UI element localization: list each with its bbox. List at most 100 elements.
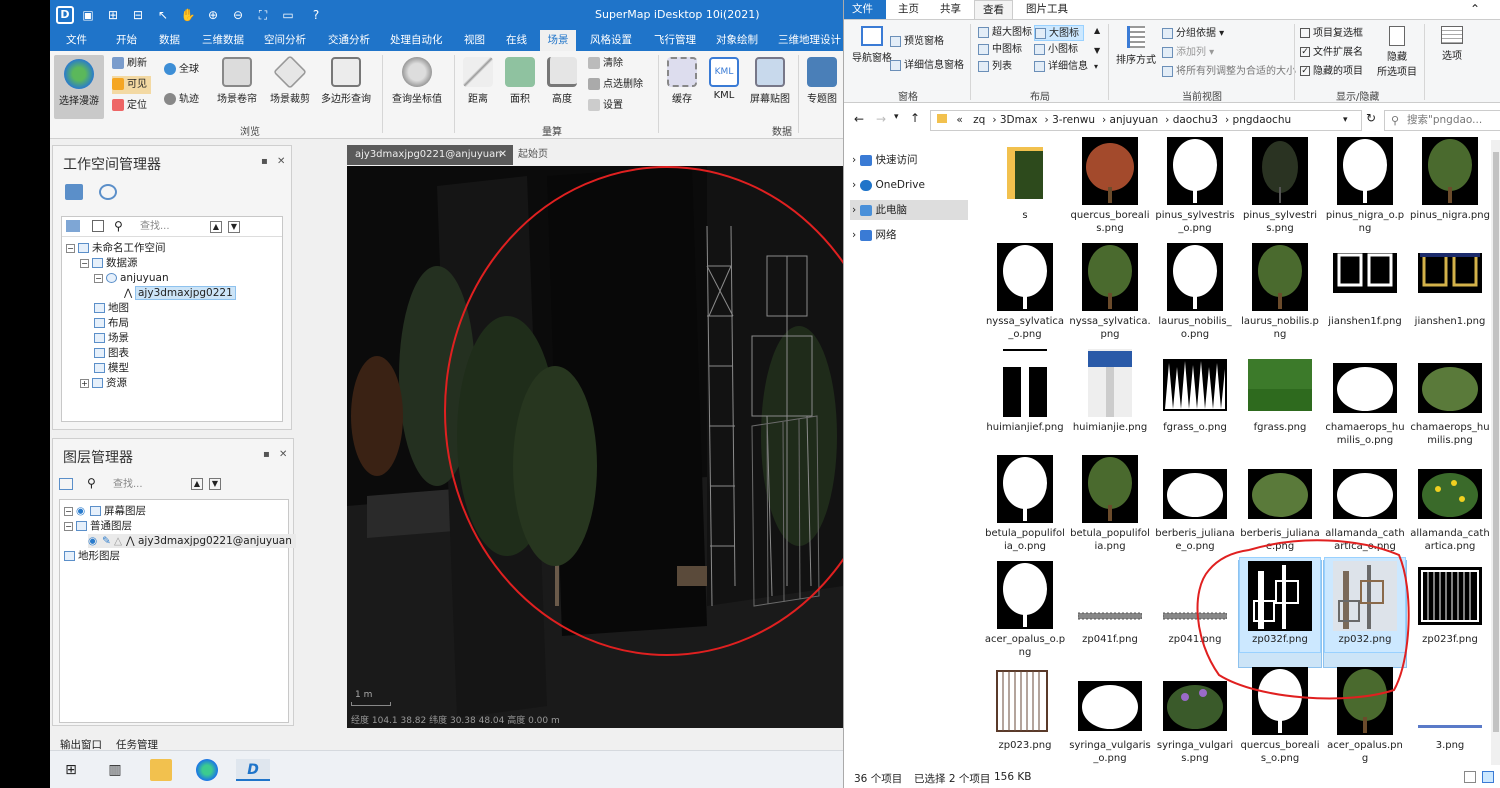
hidden-items-toggle[interactable]: ✓ 隐藏的项目 <box>1300 64 1363 80</box>
tab-style[interactable]: 风格设置 <box>586 30 636 51</box>
tab-draw[interactable]: 对象绘制 <box>712 30 762 51</box>
nav-quick-access[interactable]: › 快速访问 <box>850 150 968 170</box>
breadcrumb[interactable]: daochu3 <box>1173 114 1218 126</box>
tree-node-scenes[interactable]: 场景 <box>94 331 129 345</box>
zoom-in-icon[interactable]: ⊕ <box>205 7 221 23</box>
arrow-up-icon[interactable]: ▲ <box>210 221 222 233</box>
file-item[interactable]: betula_populifolia_o.png <box>984 455 1066 561</box>
file-item[interactable]: pinus_sylvestris.png <box>1239 137 1321 243</box>
file-item[interactable]: allamanda_cathartica.png <box>1409 455 1491 561</box>
open-icon[interactable]: ⊟ <box>130 7 146 23</box>
save-icon[interactable]: ▣ <box>80 7 96 23</box>
tab-picture-tools[interactable]: 图片工具 <box>1018 0 1076 19</box>
query-coords-button[interactable]: 查询坐标值 <box>388 57 446 105</box>
tab-share[interactable]: 共享 <box>932 0 969 19</box>
settings-button[interactable]: 设置 <box>588 97 623 115</box>
hide-selected-button[interactable]: 隐藏 所选项目 <box>1372 26 1422 78</box>
tab-file[interactable]: 文件 <box>844 0 886 19</box>
eye-icon[interactable]: ◉ <box>88 534 102 548</box>
large-icons-option[interactable]: 大图标 <box>1034 25 1084 41</box>
breadcrumb[interactable]: pngdaochu <box>1233 114 1292 126</box>
tree-node-workspace[interactable]: − 未命名工作空间 <box>66 241 166 255</box>
collapse-icon[interactable]: − <box>94 273 103 283</box>
dropdown-icon[interactable]: ▾ <box>1343 111 1348 130</box>
file-item[interactable]: zp023.png <box>984 667 1066 773</box>
help-icon[interactable]: ? <box>308 7 324 23</box>
breadcrumb[interactable]: anjuyuan <box>1110 114 1159 126</box>
tab-scene[interactable]: 场景 <box>540 30 576 51</box>
expand-icon[interactable]: + <box>80 378 89 388</box>
tab-3d-design[interactable]: 三维地理设计 <box>774 30 843 51</box>
task-view-icon[interactable]: ▥ <box>104 759 126 781</box>
file-item[interactable]: zp023f.png <box>1409 561 1491 667</box>
details-view-icon[interactable] <box>1464 771 1476 783</box>
breadcrumb[interactable]: 3Dmax <box>1000 114 1038 126</box>
file-item[interactable]: huimianjie.png <box>1069 349 1151 455</box>
lock-icon[interactable]: △ <box>114 534 126 548</box>
large-icons-view-icon[interactable] <box>1482 771 1494 783</box>
file-item[interactable]: chamaerops_humilis.png <box>1409 349 1491 455</box>
details-pane-button[interactable]: 详细信息窗格 <box>890 58 964 74</box>
layer-node-screen[interactable]: − ◉ 屏幕图层 <box>64 504 146 518</box>
file-item[interactable]: fgrass.png <box>1239 349 1321 455</box>
tab-data[interactable]: 数据 <box>155 30 184 51</box>
edge-icon[interactable] <box>196 759 218 781</box>
polygon-query-button[interactable]: 多边形查询 <box>318 57 374 105</box>
arrow-up-icon[interactable]: ▲ <box>191 478 203 490</box>
scene-clip-button[interactable]: 场景裁剪 <box>265 55 315 105</box>
zoom-out-icon[interactable]: ⊖ <box>230 7 246 23</box>
scene-shutter-button[interactable]: 场景卷帘 <box>212 57 262 105</box>
sort-by-button[interactable]: 排序方式 <box>1114 26 1158 66</box>
breadcrumb[interactable]: « <box>956 114 962 126</box>
file-item[interactable]: pinus_nigra_o.png <box>1324 137 1406 243</box>
checkbox-unchecked[interactable] <box>1300 28 1310 38</box>
nav-this-pc[interactable]: › 此电脑 <box>850 200 968 220</box>
group-by-button[interactable]: 分组依据 ▾ <box>1162 26 1224 42</box>
file-item[interactable]: pinus_nigra.png <box>1409 137 1491 243</box>
tab-start[interactable]: 开始 <box>112 30 141 51</box>
medium-icons-option[interactable]: 中图标 <box>978 42 1022 58</box>
tree-node-resources[interactable]: + 资源 <box>80 376 127 390</box>
tab-flight[interactable]: 飞行管理 <box>650 30 700 51</box>
tab-traffic-analysis[interactable]: 交通分析 <box>324 30 374 51</box>
file-explorer-icon[interactable] <box>150 759 172 781</box>
height-button[interactable]: 高度 <box>542 57 582 105</box>
file-item[interactable]: jianshen1f.png <box>1324 243 1406 349</box>
tab-home[interactable]: 主页 <box>890 0 927 19</box>
chevron-up-icon[interactable]: ⌃ <box>1470 2 1480 16</box>
layer-node-item[interactable]: ◉ ✎ △ ⋀ ajy3dmaxjpg0221@anjuyuan <box>88 534 296 548</box>
point-delete-button[interactable]: 点选删除 <box>588 76 643 94</box>
pin-icon[interactable]: ▪ <box>261 156 268 167</box>
tab-online[interactable]: 在线 <box>502 30 531 51</box>
list-option[interactable]: 列表 <box>978 59 1012 75</box>
select-roam-button[interactable]: 选择漫游 <box>54 55 104 119</box>
nav-onedrive[interactable]: › OneDrive <box>850 175 968 195</box>
tab-spatial-analysis[interactable]: 空间分析 <box>260 30 310 51</box>
tab-view[interactable]: 视图 <box>460 30 489 51</box>
refresh-icon[interactable]: ↻ <box>1366 111 1376 125</box>
layers-icon[interactable] <box>66 220 80 232</box>
search-input[interactable]: ⚲ 搜索"pngdao... <box>1384 110 1500 131</box>
file-item[interactable]: quercus_borealis.png <box>1069 137 1151 243</box>
expand-gallery-icon[interactable]: ▾ <box>1094 62 1098 71</box>
preview-pane-button[interactable]: 预览窗格 <box>890 34 944 50</box>
arrow-down-icon[interactable]: ▼ <box>209 478 221 490</box>
tab-automation[interactable]: 处理自动化 <box>386 30 447 51</box>
pan-icon[interactable]: ✋ <box>180 7 196 23</box>
global-button[interactable]: 全球 <box>164 61 199 79</box>
layer-node-normal[interactable]: − 普通图层 <box>64 519 132 533</box>
clear-button[interactable]: 清除 <box>588 55 623 73</box>
breadcrumb[interactable]: 3-renwu <box>1052 114 1095 126</box>
add-layer-icon[interactable] <box>59 478 73 490</box>
details-option[interactable]: 详细信息 <box>1034 59 1088 75</box>
close-tab-icon[interactable]: ✕ <box>499 145 507 165</box>
collapse-icon[interactable]: − <box>64 521 73 531</box>
pin-layer-icon[interactable]: ✎ <box>102 534 114 548</box>
forward-icon[interactable]: → <box>876 112 886 126</box>
search-icon[interactable]: ⚲ <box>87 476 96 490</box>
nav-pane-button[interactable]: 导航窗格 <box>850 26 894 64</box>
small-icons-option[interactable]: 小图标 <box>1034 42 1078 58</box>
tree-node-maps[interactable]: 地图 <box>94 301 129 315</box>
workspace-icon[interactable] <box>65 184 83 200</box>
tree-node-anjuyuan[interactable]: − anjuyuan <box>94 271 169 285</box>
